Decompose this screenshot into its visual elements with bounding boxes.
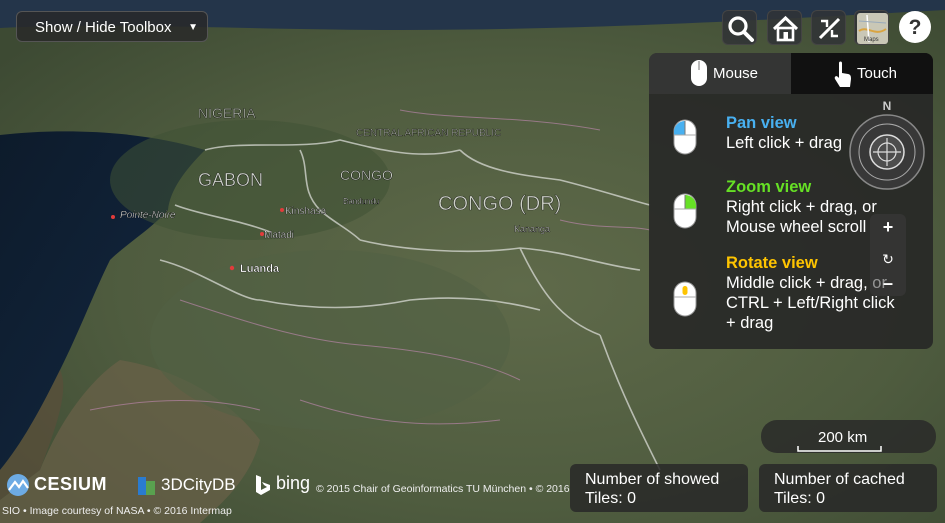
- zoom-line-2: Mouse wheel scroll: [726, 218, 867, 236]
- zoom-in-button[interactable]: +: [870, 214, 906, 241]
- map-label-kananga: Kananga: [514, 224, 550, 234]
- search-button[interactable]: [722, 10, 757, 45]
- map-label-matadi: Matadi: [264, 230, 294, 241]
- home-button[interactable]: [767, 10, 802, 45]
- zoom-out-button[interactable]: –: [870, 271, 906, 296]
- map-label-gabon: GABON: [198, 170, 263, 190]
- bing-logo-icon: [256, 475, 270, 495]
- showed-tiles-line1: Number of showed: [585, 471, 720, 488]
- tab-touch-label: Touch: [857, 65, 898, 82]
- scale-label: 200 km: [818, 429, 868, 446]
- mouse-middle-icon: [673, 281, 697, 317]
- mouse-left-icon: [673, 119, 697, 155]
- tab-mouse[interactable]: Mouse: [649, 53, 791, 94]
- tab-mouse-label: Mouse: [713, 65, 759, 82]
- zoom-controls: + ↻ –: [870, 214, 906, 296]
- imagery-copyright: © 2015 Chair of Geoinformatics TU Münche…: [316, 483, 570, 495]
- showed-tiles-line2: Tiles: 0: [585, 490, 636, 507]
- base-layer-picker-button[interactable]: Maps: [854, 10, 889, 45]
- compass-north-label: N: [883, 99, 892, 113]
- cesium-logo-text[interactable]: CESIUM: [34, 474, 107, 495]
- compass-widget[interactable]: N: [848, 98, 926, 192]
- map-label-bandundu: Bandundu: [343, 197, 379, 206]
- distance-legend: 200 km: [761, 420, 936, 453]
- map-label-nigeria: NIGERIA: [198, 105, 256, 121]
- citydb-logo-text[interactable]: 3DCityDB: [161, 475, 236, 495]
- search-icon: [728, 16, 754, 42]
- help-icon: ?: [899, 11, 931, 43]
- tab-touch[interactable]: Touch: [791, 53, 933, 94]
- map-label-car: CENTRAL AFRICAN REPUBLIC: [356, 128, 501, 139]
- chevron-down-icon: ▼: [188, 22, 198, 33]
- hand-pointer-icon: [834, 61, 851, 87]
- svg-text:Maps: Maps: [864, 37, 879, 43]
- mouse-right-icon: [673, 193, 697, 229]
- home-icon: [772, 15, 799, 42]
- map-label-congo-dr: CONGO (DR): [438, 193, 561, 215]
- bing-logo-text[interactable]: bing: [276, 473, 310, 494]
- zoom-line-1: Right click + drag, or: [726, 198, 877, 216]
- mouse-icon: [691, 60, 707, 86]
- cesium-logo-icon: [7, 474, 29, 496]
- svg-text:?: ?: [909, 16, 922, 39]
- imagery-credit-line2: SIO • Image courtesy of NASA • © 2016 In…: [2, 505, 232, 517]
- zoom-reset-button[interactable]: ↻: [870, 247, 906, 271]
- cached-tiles-line2: Tiles: 0: [774, 490, 825, 507]
- map-thumbnail-icon: Maps: [857, 13, 888, 44]
- navigation-tabs: Mouse Touch: [649, 53, 933, 94]
- navigation-icon: [818, 17, 841, 40]
- citydb-logo-icon: [138, 477, 155, 495]
- toolbox-toggle-button[interactable]: Show / Hide Toolbox ▼: [16, 11, 208, 42]
- rotate-line-3: + drag: [726, 314, 774, 332]
- pan-line-1: Left click + drag: [726, 134, 843, 152]
- map-label-pointe-noire: Pointe-Noire: [120, 210, 176, 221]
- help-button[interactable]: ?: [898, 10, 932, 44]
- pan-instruction: Pan view Left click + drag: [726, 113, 842, 153]
- cached-tiles-line1: Number of cached: [774, 471, 905, 488]
- cached-tiles-counter: Number of cached Tiles: 0: [759, 464, 937, 512]
- pan-title: Pan view: [726, 114, 797, 132]
- map-label-luanda: Luanda: [240, 263, 280, 275]
- map-label-kinshasa: Kinshasa: [285, 206, 327, 217]
- navigation-help-button[interactable]: [811, 10, 846, 45]
- showed-tiles-counter: Number of showed Tiles: 0: [570, 464, 748, 512]
- toolbox-label: Show / Hide Toolbox: [35, 19, 172, 36]
- map-label-congo: CONGO: [340, 167, 393, 183]
